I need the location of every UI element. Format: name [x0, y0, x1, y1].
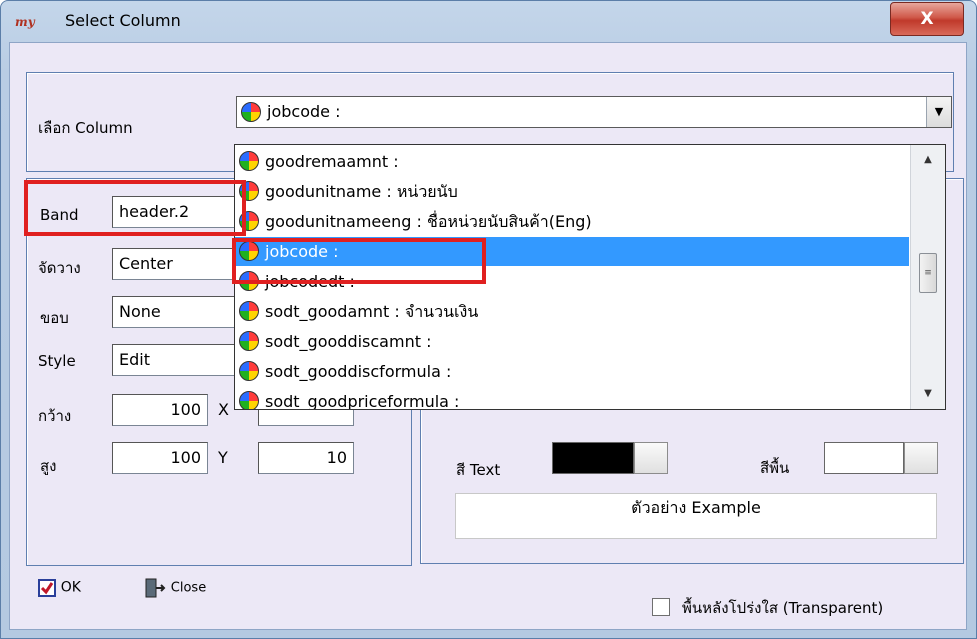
title-bar[interactable]: my Select Column X — [1, 1, 976, 43]
text-color-picker-button[interactable] — [634, 442, 668, 474]
ok-button[interactable]: OK — [38, 578, 81, 597]
door-exit-icon — [145, 578, 166, 598]
window-title: Select Column — [65, 11, 181, 30]
style-label: Style — [38, 352, 76, 370]
height-field[interactable]: 100 — [112, 442, 208, 474]
column-combobox-value: jobcode : — [267, 102, 341, 121]
style-select[interactable]: Edit — [112, 344, 242, 376]
align-label: จัดวาง — [38, 259, 81, 277]
height-label: สูง — [40, 457, 57, 475]
chevron-down-icon[interactable]: ▼ — [926, 97, 951, 127]
column-field-icon — [239, 331, 259, 351]
column-field-icon — [239, 361, 259, 381]
width-label: กว้าง — [38, 407, 72, 425]
list-item[interactable]: sodt_gooddiscformula : — [235, 357, 909, 386]
example-preview: ตัวอย่าง Example — [455, 493, 937, 539]
transparent-label: พื้นหลังโปร่งใส (Transparent) — [682, 599, 884, 617]
list-item[interactable]: goodunitnameeng : ชื่อหน่วยนับสินค้า(Eng… — [235, 207, 909, 236]
close-label: Close — [170, 580, 207, 596]
close-button[interactable]: Close — [144, 578, 206, 598]
column-field-icon — [241, 102, 261, 122]
scroll-down-icon[interactable]: ▼ — [911, 383, 945, 405]
list-scrollbar[interactable]: ▲ ≡ ▼ — [910, 145, 945, 409]
column-field-icon — [239, 301, 259, 321]
ok-label: OK — [60, 579, 81, 596]
width-field[interactable]: 100 — [112, 394, 208, 426]
y-label: Y — [218, 448, 228, 467]
scroll-thumb[interactable]: ≡ — [919, 253, 937, 293]
band-highlight-box — [24, 180, 246, 236]
list-item[interactable]: goodremaamnt : — [235, 147, 909, 176]
list-item[interactable]: sodt_goodamnt : จำนวนเงิน — [235, 297, 909, 326]
list-item[interactable]: sodt_goodpriceformula : — [235, 387, 909, 409]
jobcode-highlight-box — [232, 238, 486, 284]
transparent-checkbox[interactable] — [652, 598, 670, 616]
column-label: เลือก Column — [38, 119, 133, 137]
ok-check-icon — [38, 578, 56, 597]
column-field-icon — [239, 391, 259, 409]
align-select[interactable]: Center — [112, 248, 242, 280]
scroll-up-icon[interactable]: ▲ — [911, 149, 945, 171]
bg-color-swatch — [824, 442, 904, 474]
border-select[interactable]: None — [112, 296, 242, 328]
border-label: ขอบ — [40, 309, 69, 327]
column-combobox[interactable]: jobcode : ▼ — [236, 96, 952, 128]
bg-color-picker-button[interactable] — [904, 442, 938, 474]
bg-color-label: สีพื้น — [760, 459, 790, 477]
text-color-swatch — [552, 442, 634, 474]
column-field-icon — [239, 151, 259, 171]
text-color-label: สี Text — [456, 461, 501, 479]
y-field[interactable]: 10 — [258, 442, 354, 474]
list-item[interactable]: sodt_gooddiscamnt : — [235, 327, 909, 356]
app-icon: my — [15, 15, 35, 29]
list-item[interactable]: goodunitname : หน่วยนับ — [235, 177, 909, 206]
x-label: X — [218, 400, 229, 419]
window-close-button[interactable]: X — [890, 2, 964, 36]
